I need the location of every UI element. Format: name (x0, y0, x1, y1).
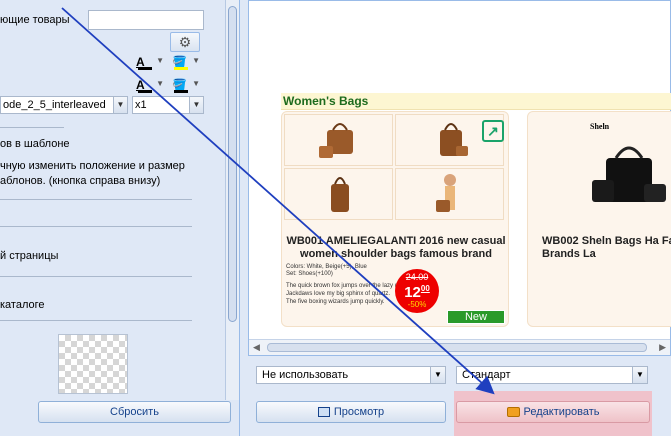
divider (0, 276, 192, 277)
usage-select[interactable]: Не использовать ▼ (256, 366, 446, 384)
product-card-2[interactable]: Sheln WB002 Sheln Bags Ha Famous Brands … (527, 111, 671, 327)
price-badge: 24.00 1200 -50% (395, 269, 439, 313)
font-color-button-2[interactable]: A ▼ (134, 75, 166, 95)
settings-button[interactable]: ⚙ (170, 32, 200, 52)
product-image-1 (284, 114, 393, 166)
product-title-1: WB001 AMELIEGALANTI 2016 new casual wome… (286, 235, 506, 260)
chevron-down-icon: ▼ (632, 367, 647, 383)
similar-products-input[interactable] (88, 10, 204, 30)
external-link-icon[interactable]: ↗ (482, 120, 504, 142)
price-main: 12 (404, 284, 421, 301)
handbag-icon (439, 123, 468, 156)
product-desc-2: Jackdaws love my big sphinx of quartz. (286, 291, 391, 297)
product-image-3 (284, 168, 393, 220)
scrollbar-thumb[interactable] (228, 6, 237, 322)
briefcase-icon (506, 407, 520, 417)
preview-button[interactable]: Просмотр (256, 401, 446, 423)
hint-text-1: чную изменить положение и размер (0, 160, 185, 172)
handbag-icon (592, 146, 666, 202)
product-title-2: WB002 Sheln Bags Ha Famous Brands La (542, 235, 671, 260)
category-header: Women's Bags (281, 93, 671, 110)
preview-hscrollbar[interactable]: ◀ ▶ (249, 339, 670, 355)
preview-button-label: Просмотр (333, 406, 385, 418)
old-price: 24.00 (405, 272, 429, 282)
template-option-label[interactable]: ов в шаблоне (0, 138, 70, 150)
scrollbar-thumb[interactable] (267, 343, 647, 352)
chevron-down-icon: ▼ (156, 56, 164, 65)
preview-panel: Women's Bags ↗ WB001 AMELIEGALANTI 2016 … (248, 0, 671, 436)
new-badge: New (447, 310, 505, 324)
app-root: ющие товары ⚙ A ▼ 🪣 ▼ A ▼ 🪣 ▼ ode_2_5_in… (0, 0, 671, 436)
chevron-down-icon: ▼ (192, 56, 200, 65)
divider (0, 320, 192, 321)
divider (0, 127, 64, 128)
edit-button-label: Редактировать (523, 406, 600, 418)
chevron-down-icon: ▼ (113, 97, 127, 113)
font-color-button[interactable]: A ▼ (134, 52, 166, 72)
product-colors: Colors: White, Beige(+5), Blue (286, 264, 367, 270)
chevron-down-icon: ▼ (189, 97, 203, 113)
layout-select[interactable]: ode_2_5_interleaved ▼ (0, 96, 128, 114)
catalog-preview: Women's Bags ↗ WB001 AMELIEGALANTI 2016 … (248, 0, 671, 356)
scale-select[interactable]: x1 ▼ (132, 96, 204, 114)
scale-select-value: x1 (135, 99, 147, 111)
handbag-icon (318, 123, 353, 158)
reset-button-label: Сбросить (110, 406, 159, 418)
page-option-label[interactable]: й страницы (0, 250, 58, 262)
scroll-right-icon[interactable]: ▶ (659, 342, 666, 353)
layout-select-value: ode_2_5_interleaved (3, 99, 106, 111)
product-image-4 (395, 168, 504, 220)
divider (0, 199, 192, 200)
brand-logo: Sheln (590, 122, 610, 131)
settings-panel: ющие товары ⚙ A ▼ 🪣 ▼ A ▼ 🪣 ▼ ode_2_5_in… (0, 0, 240, 436)
edit-button[interactable]: Редактировать (456, 401, 650, 423)
model-with-bag-icon (435, 174, 456, 212)
scroll-left-icon[interactable]: ◀ (253, 342, 260, 353)
preview-icon (317, 407, 330, 417)
fill-color-button[interactable]: 🪣 ▼ (170, 52, 202, 72)
category-title: Women's Bags (283, 94, 369, 108)
usage-select-value: Не использовать (262, 369, 349, 381)
price-cents: 00 (420, 284, 430, 293)
similar-products-label: ющие товары (0, 14, 70, 26)
left-scrollbar[interactable] (225, 0, 239, 400)
product-desc-3: The five boxing wizards jump quickly. (286, 299, 385, 305)
product-set: Set: Shoes(+100) (286, 271, 333, 277)
chevron-down-icon: ▼ (430, 367, 445, 383)
chevron-down-icon: ▼ (156, 79, 164, 88)
fill-color-button-2[interactable]: 🪣 ▼ (170, 75, 202, 95)
transparent-image-preview[interactable] (58, 334, 128, 394)
reset-button[interactable]: Сбросить (38, 401, 231, 423)
product-desc-1: The quick brown fox jumps over the lazy … (286, 283, 407, 289)
divider (0, 226, 192, 227)
hint-text-2: аблонов. (кнопка справа внизу) (0, 175, 161, 187)
style-select-value: Стандарт (462, 369, 511, 381)
discount-label: -50% (407, 300, 427, 309)
catalog-option-label[interactable]: каталоге (0, 299, 45, 311)
style-select[interactable]: Стандарт ▼ (456, 366, 648, 384)
chevron-down-icon: ▼ (192, 79, 200, 88)
gear-icon: ⚙ (178, 33, 192, 50)
handbag-icon (330, 177, 349, 212)
